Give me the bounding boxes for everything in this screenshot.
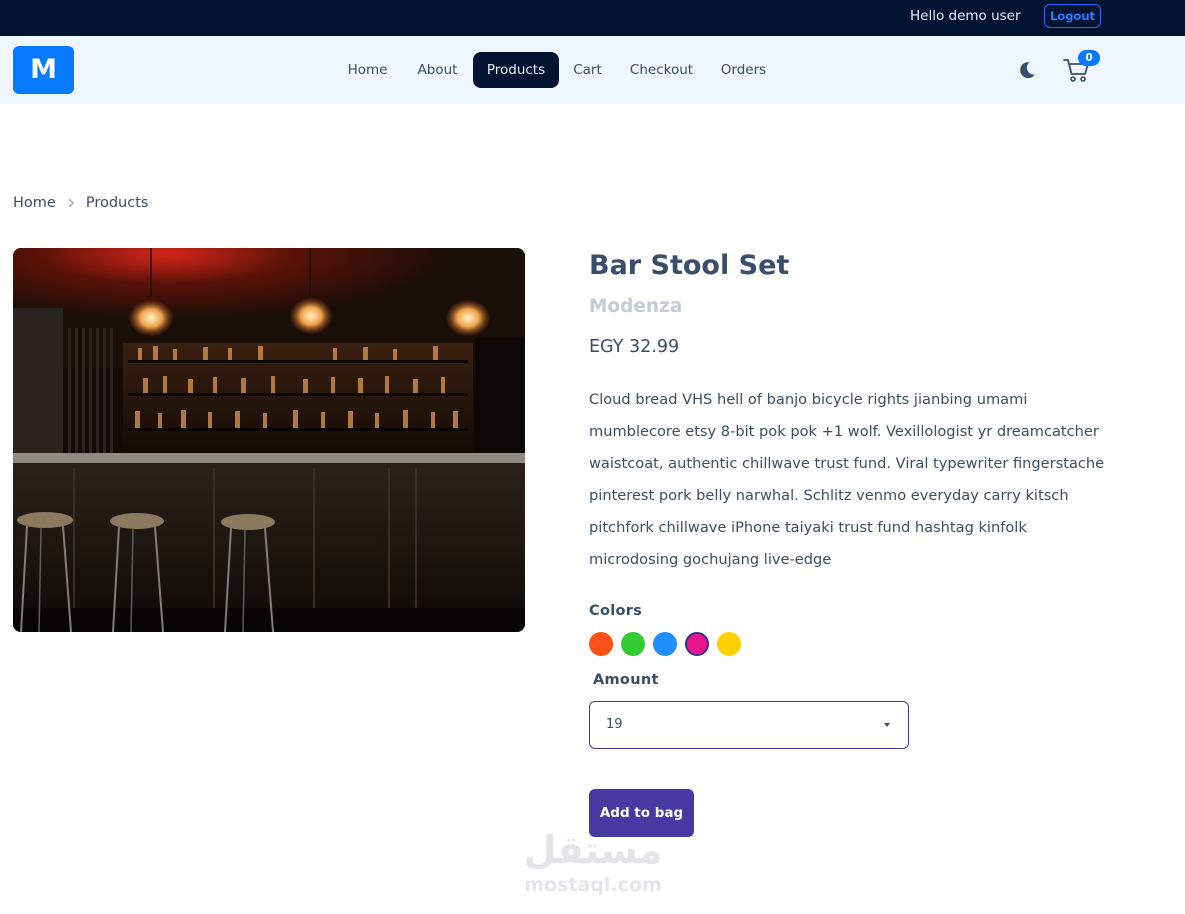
logout-button[interactable]: Logout xyxy=(1044,4,1101,28)
amount-select[interactable]: 19 xyxy=(589,701,909,749)
nav-link-products[interactable]: Products xyxy=(473,52,559,88)
user-greeting: Hello demo user xyxy=(910,8,1021,24)
breadcrumb: Home Products xyxy=(13,195,148,211)
caret-down-icon xyxy=(884,723,890,727)
breadcrumb-home[interactable]: Home xyxy=(13,195,56,211)
watermark-arabic: مستقل xyxy=(524,828,663,872)
chevron-right-icon xyxy=(68,198,74,208)
nav-link-about[interactable]: About xyxy=(407,52,468,88)
product-description: Cloud bread VHS hell of banjo bicycle ri… xyxy=(589,391,1105,568)
logo-button[interactable]: M xyxy=(13,46,74,94)
breadcrumb-products[interactable]: Products xyxy=(86,195,149,211)
moon-icon[interactable] xyxy=(1017,60,1037,80)
product-price: EGY 32.99 xyxy=(589,337,680,357)
nav-link-home[interactable]: Home xyxy=(337,52,398,88)
color-swatch-orange[interactable] xyxy=(589,632,613,656)
colors-label: Colors xyxy=(589,603,643,619)
main-navbar: M Home About Products Cart Checkout Orde… xyxy=(0,36,1185,104)
nav-link-cart[interactable]: Cart xyxy=(564,52,611,88)
color-swatches xyxy=(589,632,749,656)
watermark-latin: mostaql.com xyxy=(524,874,662,896)
cart-count-badge: 0 xyxy=(1078,50,1100,66)
color-swatch-yellow[interactable] xyxy=(717,632,741,656)
product-title: Bar Stool Set xyxy=(589,250,790,281)
top-bar: Hello demo user Logout xyxy=(0,0,1185,36)
amount-label: Amount xyxy=(593,672,659,688)
color-swatch-blue[interactable] xyxy=(653,632,677,656)
mostaql-watermark: مستقل mostaql.com xyxy=(524,828,663,896)
product-company: Modenza xyxy=(589,296,683,317)
nav-link-orders[interactable]: Orders xyxy=(712,52,775,88)
amount-select-value: 19 xyxy=(606,717,623,732)
product-image xyxy=(13,248,525,632)
nav-link-checkout[interactable]: Checkout xyxy=(621,52,702,88)
color-swatch-green[interactable] xyxy=(621,632,645,656)
color-swatch-pink[interactable] xyxy=(685,632,709,656)
